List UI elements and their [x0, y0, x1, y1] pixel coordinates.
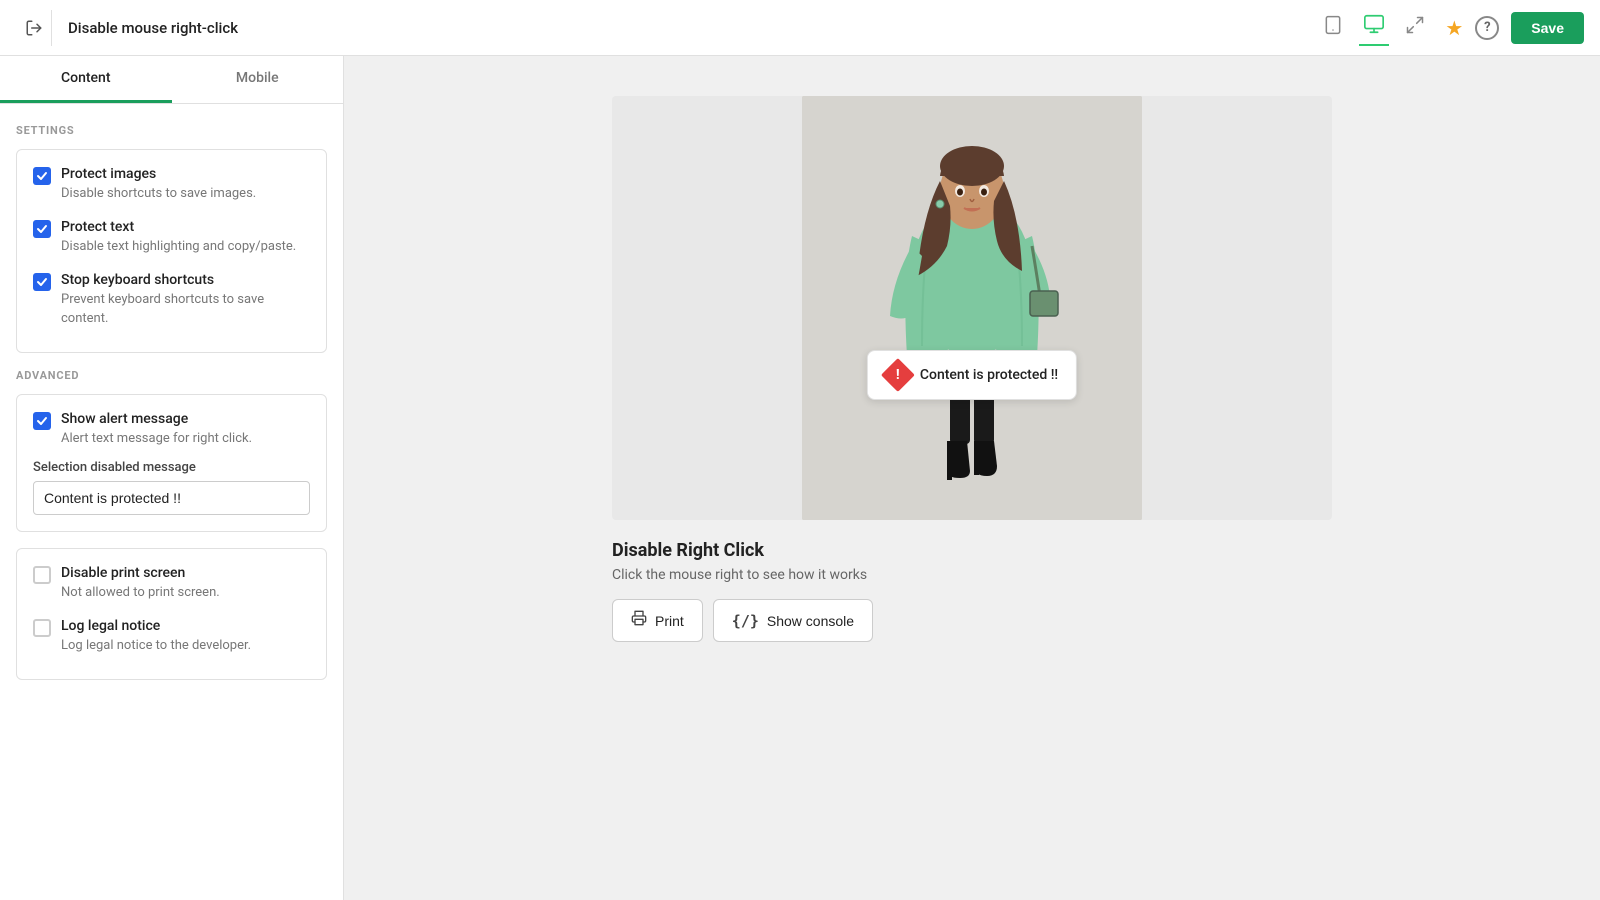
star-icon[interactable]: ★	[1445, 16, 1463, 40]
fashion-image	[802, 96, 1142, 520]
disable-print-row: Disable print screen Not allowed to prin…	[33, 565, 310, 602]
show-console-label: Show console	[767, 613, 854, 629]
disable-print-checkbox[interactable]	[33, 566, 51, 584]
preview-container: ! Content is protected !! Disable Right …	[612, 96, 1332, 642]
stop-keyboard-row: Stop keyboard shortcuts Prevent keyboard…	[33, 272, 310, 327]
fashion-svg	[802, 96, 1142, 520]
log-legal-checkbox[interactable]	[33, 619, 51, 637]
page-title: Disable mouse right-click	[68, 19, 1319, 37]
log-legal-label: Log legal notice	[61, 618, 251, 634]
show-alert-desc: Alert text message for right click.	[61, 430, 252, 448]
message-field-label: Selection disabled message	[33, 460, 310, 475]
stop-keyboard-checkbox[interactable]	[33, 273, 51, 291]
tab-bar: Content Mobile	[0, 56, 343, 104]
settings-box: Protect images Disable shortcuts to save…	[16, 149, 327, 353]
alert-diamond-icon: !	[881, 358, 915, 392]
preview-area: ! Content is protected !! Disable Right …	[344, 56, 1600, 900]
help-icon[interactable]: ?	[1475, 16, 1499, 40]
sidebar-content: SETTINGS Protect images Disable shortcut…	[0, 104, 343, 900]
log-legal-row: Log legal notice Log legal notice to the…	[33, 618, 310, 655]
header: Disable mouse right-click ★	[0, 0, 1600, 56]
show-alert-row: Show alert message Alert text message fo…	[33, 411, 310, 448]
log-legal-desc: Log legal notice to the developer.	[61, 637, 251, 655]
desktop-icon[interactable]	[1359, 9, 1389, 46]
main-layout: Content Mobile SETTINGS Protect im	[0, 56, 1600, 900]
alert-bubble: ! Content is protected !!	[867, 350, 1077, 400]
message-input[interactable]	[33, 481, 310, 515]
fullscreen-icon[interactable]	[1401, 11, 1429, 44]
show-alert-label: Show alert message	[61, 411, 252, 427]
print-icon	[631, 610, 647, 631]
device-switcher	[1319, 9, 1429, 46]
protect-images-desc: Disable shortcuts to save images.	[61, 185, 256, 203]
disable-print-desc: Not allowed to print screen.	[61, 584, 220, 602]
protect-images-checkbox[interactable]	[33, 167, 51, 185]
sidebar: Content Mobile SETTINGS Protect im	[0, 56, 344, 900]
save-button[interactable]: Save	[1511, 12, 1584, 44]
disable-print-label: Disable print screen	[61, 565, 220, 581]
stop-keyboard-desc: Prevent keyboard shortcuts to save conte…	[61, 291, 310, 327]
image-wrapper: ! Content is protected !!	[612, 96, 1332, 520]
advanced-section-label: ADVANCED	[16, 369, 327, 382]
preview-title: Disable Right Click	[612, 540, 1332, 561]
alert-message-text: Content is protected !!	[920, 367, 1058, 383]
tablet-icon[interactable]	[1319, 11, 1347, 44]
header-actions: ★ ? Save	[1445, 12, 1584, 44]
show-console-button[interactable]: {/} Show console	[713, 599, 873, 642]
protect-images-label: Protect images	[61, 166, 256, 182]
protect-text-desc: Disable text highlighting and copy/paste…	[61, 238, 296, 256]
preview-actions: Print {/} Show console	[612, 599, 1332, 642]
tab-content[interactable]: Content	[0, 56, 172, 103]
protect-text-row: Protect text Disable text highlighting a…	[33, 219, 310, 256]
protect-images-row: Protect images Disable shortcuts to save…	[33, 166, 310, 203]
settings-section-label: SETTINGS	[16, 124, 327, 137]
advanced-box: Show alert message Alert text message fo…	[16, 394, 327, 532]
preview-description: Click the mouse right to see how it work…	[612, 567, 1332, 583]
message-field-container: Selection disabled message	[33, 460, 310, 515]
stop-keyboard-label: Stop keyboard shortcuts	[61, 272, 310, 288]
print-button[interactable]: Print	[612, 599, 703, 642]
preview-info: Disable Right Click Click the mouse righ…	[612, 540, 1332, 642]
print-label: Print	[655, 613, 684, 629]
extra-options-box: Disable print screen Not allowed to prin…	[16, 548, 327, 680]
tab-mobile[interactable]: Mobile	[172, 56, 344, 103]
back-button[interactable]	[16, 10, 52, 46]
protect-text-label: Protect text	[61, 219, 296, 235]
protect-text-checkbox[interactable]	[33, 220, 51, 238]
show-alert-checkbox[interactable]	[33, 412, 51, 430]
console-icon: {/}	[732, 612, 759, 630]
